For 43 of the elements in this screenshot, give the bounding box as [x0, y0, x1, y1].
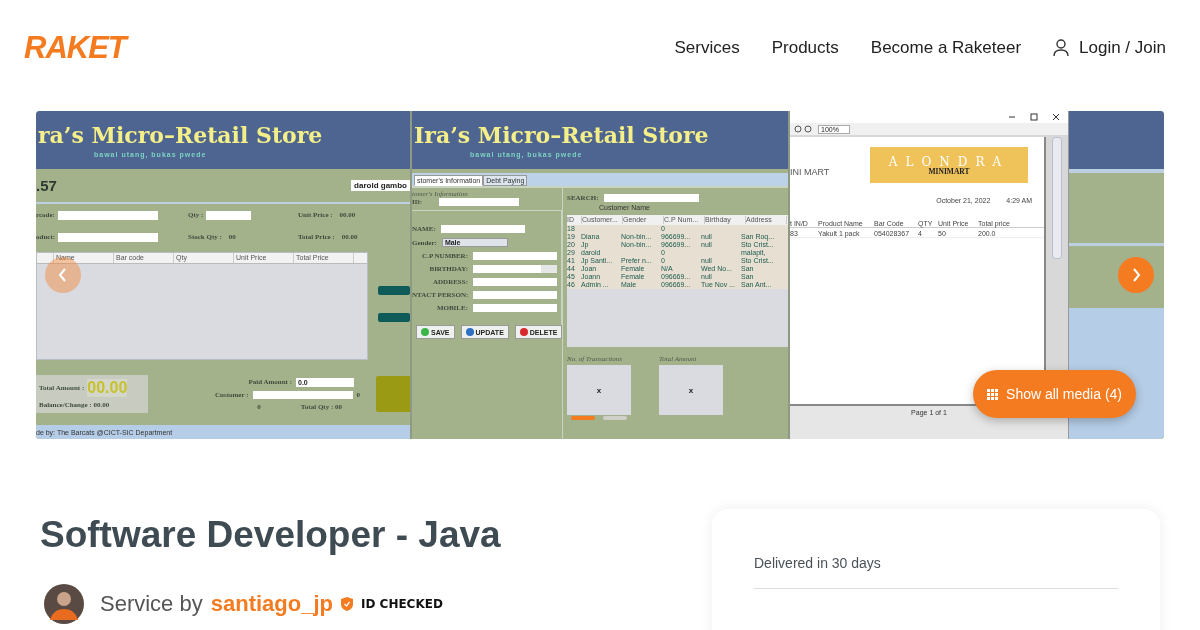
scrollbar[interactable]: [1052, 137, 1062, 259]
pay-button[interactable]: [376, 376, 410, 412]
input-field[interactable]: [58, 232, 159, 242]
side-button[interactable]: [378, 286, 410, 295]
nav-link[interactable]: Become a Raketeer: [870, 38, 1022, 58]
input-field[interactable]: [473, 252, 557, 260]
store-name: INI MART: [790, 167, 830, 177]
store-title: ra’s Micro–Retail Store: [37, 122, 324, 148]
input-field[interactable]: [473, 304, 557, 312]
stat-box: x: [659, 365, 723, 415]
zoom-icon[interactable]: [794, 125, 814, 133]
close-icon[interactable]: [1052, 113, 1060, 121]
previous-button[interactable]: [45, 257, 81, 293]
service-title: Software Developer - Java: [40, 514, 501, 556]
minimize-icon[interactable]: [1008, 113, 1016, 121]
side-button[interactable]: [378, 313, 410, 322]
login-link[interactable]: Login / Join: [1079, 38, 1166, 58]
input-field[interactable]: [57, 210, 158, 220]
chevron-left-icon: [57, 267, 69, 283]
date-field[interactable]: [473, 265, 557, 273]
customer-dropdown[interactable]: [252, 390, 353, 399]
input-field[interactable]: [473, 278, 557, 286]
input-field[interactable]: [206, 210, 252, 220]
clock-text: .57: [36, 176, 57, 194]
id-checked-label: ID CHECKED: [360, 597, 443, 611]
input-field[interactable]: [440, 225, 525, 233]
shield-icon: [340, 597, 353, 611]
maximize-icon[interactable]: [1030, 113, 1038, 121]
chevron-right-icon: [1130, 267, 1142, 283]
byline-text: Service by: [100, 591, 203, 617]
input-field[interactable]: [439, 198, 519, 206]
search-field[interactable]: [603, 194, 699, 202]
nav-link[interactable]: Services: [674, 38, 740, 58]
grid-icon: [987, 388, 999, 400]
input-field[interactable]: [473, 291, 557, 299]
store-title: Ira’s Micro–Retail Store: [413, 122, 710, 148]
user-icon: [1053, 39, 1070, 57]
user-field[interactable]: darold gambo: [351, 179, 410, 191]
delivery-text: Delivered in 30 days: [754, 555, 881, 571]
total-amount: 00.00: [87, 379, 128, 397]
stat-box: x: [567, 365, 631, 415]
nav-link[interactable]: Products: [771, 38, 839, 58]
avatar: [44, 584, 84, 624]
